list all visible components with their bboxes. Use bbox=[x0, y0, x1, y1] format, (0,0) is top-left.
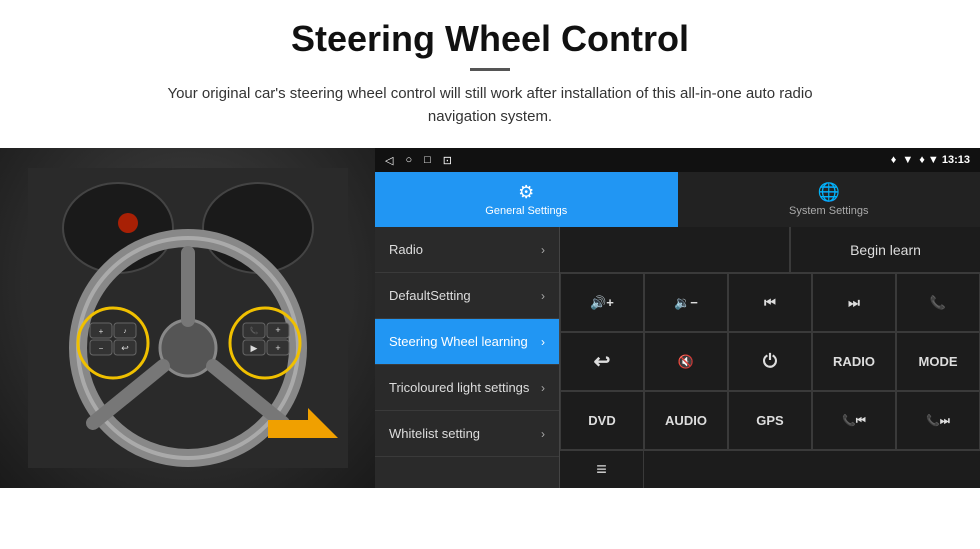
skip-back-icon: ⏮ bbox=[764, 295, 776, 311]
nav-back-icon[interactable]: ◁ bbox=[385, 154, 393, 167]
menu-item-tricoloured[interactable]: Tricoloured light settings › bbox=[375, 365, 559, 411]
prev-button[interactable]: ⏮ bbox=[728, 273, 812, 332]
tel-next-icon: 📞⏭ bbox=[926, 414, 950, 428]
android-panel: ◁ ○ □ ⊡ ♦ ▼ ♦ ▼ 13:13 ⚙ General Settings bbox=[375, 148, 980, 488]
image-panel: + − ♪ ↩ 📞 ▶ + + bbox=[0, 148, 375, 488]
chevron-right-icon: › bbox=[541, 427, 545, 441]
controls-panel: Begin learn 🔊+ 🔉− ⏮ bbox=[560, 227, 980, 488]
radio-label: RADIO bbox=[833, 354, 875, 369]
dvd-button[interactable]: DVD bbox=[560, 391, 644, 450]
tab-system-label: System Settings bbox=[789, 205, 868, 217]
begin-learn-button[interactable]: Begin learn bbox=[790, 227, 980, 272]
power-button[interactable]: ⏻ bbox=[728, 332, 812, 391]
gps-button[interactable]: GPS bbox=[728, 391, 812, 450]
phone-icon: 📞 bbox=[930, 295, 946, 311]
status-bar: ◁ ○ □ ⊡ ♦ ▼ ♦ ▼ 13:13 bbox=[375, 148, 980, 172]
audio-label: AUDIO bbox=[665, 413, 707, 428]
ctrl-row-bottom: ≡ bbox=[560, 450, 980, 488]
svg-text:↩: ↩ bbox=[121, 343, 129, 353]
nav-cast-icon[interactable]: ⊡ bbox=[443, 154, 452, 167]
ctrl-button-grid: 🔊+ 🔉− ⏮ ⏭ 📞 bbox=[560, 273, 980, 450]
mute-icon: 🔇 bbox=[678, 354, 694, 370]
gear-icon: ⚙ bbox=[518, 182, 534, 203]
menu-tricoloured-label: Tricoloured light settings bbox=[389, 380, 529, 395]
phone-button[interactable]: 📞 bbox=[896, 273, 980, 332]
chevron-right-icon: › bbox=[541, 243, 545, 257]
svg-text:−: − bbox=[98, 344, 103, 353]
signal-icon: ▼ bbox=[902, 154, 913, 166]
hook-icon: ↩ bbox=[594, 349, 611, 374]
vol-up-button[interactable]: 🔊+ bbox=[560, 273, 644, 332]
menu-radio-label: Radio bbox=[389, 242, 423, 257]
menu-item-default[interactable]: DefaultSetting › bbox=[375, 273, 559, 319]
page-title: Steering Wheel Control bbox=[140, 18, 840, 60]
svg-text:+: + bbox=[98, 327, 103, 336]
header-section: Steering Wheel Control Your original car… bbox=[80, 0, 900, 138]
audio-button[interactable]: AUDIO bbox=[644, 391, 728, 450]
tel-next-button[interactable]: 📞⏭ bbox=[896, 391, 980, 450]
menu-whitelist-label: Whitelist setting bbox=[389, 426, 480, 441]
dvd-label: DVD bbox=[588, 413, 615, 428]
tab-general-label: General Settings bbox=[485, 205, 567, 217]
nav-home-icon[interactable]: ○ bbox=[405, 154, 412, 166]
mute-button[interactable]: 🔇 bbox=[644, 332, 728, 391]
tab-system-settings[interactable]: 🌐 System Settings bbox=[678, 172, 980, 227]
chevron-right-icon: › bbox=[541, 289, 545, 303]
gps-label: GPS bbox=[756, 413, 783, 428]
content-area: + − ♪ ↩ 📞 ▶ + + bbox=[0, 148, 980, 549]
chevron-right-icon: › bbox=[541, 335, 545, 349]
menu-icon-button[interactable]: ≡ bbox=[560, 451, 644, 488]
menu-item-steering[interactable]: Steering Wheel learning › bbox=[375, 319, 559, 365]
chevron-right-icon: › bbox=[541, 381, 545, 395]
vol-up-icon: 🔊+ bbox=[590, 295, 614, 311]
power-icon: ⏻ bbox=[763, 351, 777, 372]
ctrl-empty-box bbox=[560, 227, 790, 272]
mode-button[interactable]: MODE bbox=[896, 332, 980, 391]
menu-default-label: DefaultSetting bbox=[389, 288, 471, 303]
steering-wheel-bg: + − ♪ ↩ 📞 ▶ + + bbox=[0, 148, 375, 488]
globe-icon: 🌐 bbox=[818, 182, 840, 203]
svg-text:📞: 📞 bbox=[249, 326, 258, 335]
hook-button[interactable]: ↩ bbox=[560, 332, 644, 391]
radio-button[interactable]: RADIO bbox=[812, 332, 896, 391]
nav-recent-icon[interactable]: □ bbox=[424, 154, 431, 166]
svg-text:+: + bbox=[275, 343, 280, 353]
page-wrapper: Steering Wheel Control Your original car… bbox=[0, 0, 980, 549]
menu-list: Radio › DefaultSetting › Steering Wheel … bbox=[375, 227, 560, 488]
tel-prev-icon: 📞⏮ bbox=[842, 414, 866, 428]
svg-text:♪: ♪ bbox=[123, 328, 127, 335]
svg-text:▶: ▶ bbox=[250, 343, 257, 353]
clock-display: ♦ ▼ 13:13 bbox=[919, 154, 970, 166]
vol-down-icon: 🔉− bbox=[674, 295, 698, 311]
location-icon: ♦ bbox=[891, 154, 897, 166]
title-divider bbox=[470, 68, 510, 71]
skip-forward-icon: ⏭ bbox=[848, 295, 860, 311]
tab-bar: ⚙ General Settings 🌐 System Settings bbox=[375, 172, 980, 227]
menu-steering-label: Steering Wheel learning bbox=[389, 334, 528, 349]
tab-general-settings[interactable]: ⚙ General Settings bbox=[375, 172, 678, 227]
page-subtitle: Your original car's steering wheel contr… bbox=[140, 83, 840, 128]
steering-wheel-svg: + − ♪ ↩ 📞 ▶ + + bbox=[28, 168, 348, 468]
svg-text:+: + bbox=[275, 325, 280, 335]
menu-item-radio[interactable]: Radio › bbox=[375, 227, 559, 273]
mode-label: MODE bbox=[919, 354, 958, 369]
vol-down-button[interactable]: 🔉− bbox=[644, 273, 728, 332]
tel-prev-button[interactable]: 📞⏮ bbox=[812, 391, 896, 450]
status-bar-right: ♦ ▼ ♦ ▼ 13:13 bbox=[891, 154, 970, 166]
ctrl-row-top: Begin learn bbox=[560, 227, 980, 273]
hamburger-icon: ≡ bbox=[596, 459, 607, 480]
next-button[interactable]: ⏭ bbox=[812, 273, 896, 332]
status-bar-left: ◁ ○ □ ⊡ bbox=[385, 154, 452, 167]
main-content: Radio › DefaultSetting › Steering Wheel … bbox=[375, 227, 980, 488]
menu-item-whitelist[interactable]: Whitelist setting › bbox=[375, 411, 559, 457]
